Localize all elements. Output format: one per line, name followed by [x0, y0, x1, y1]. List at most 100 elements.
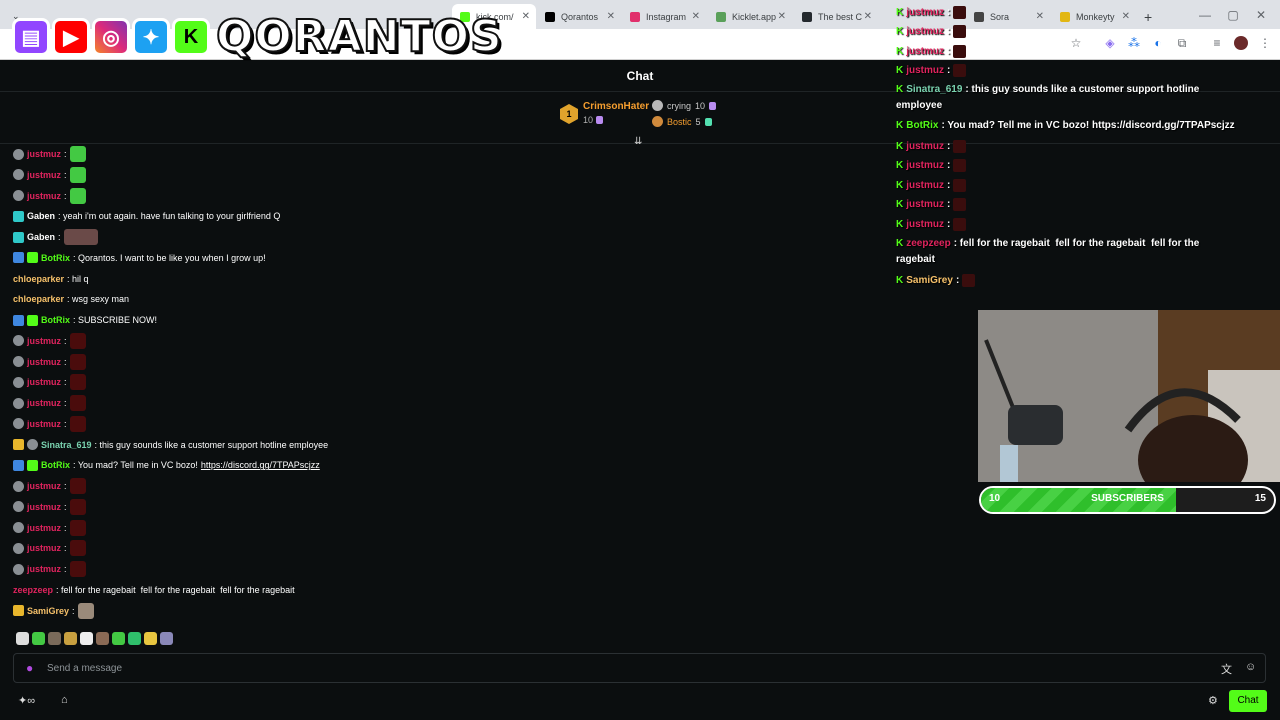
points-icon[interactable]: ✦∞	[18, 694, 35, 707]
bookmark-star-icon[interactable]: ☆	[1069, 36, 1083, 50]
user-badge-icon	[13, 542, 24, 554]
chat-username[interactable]: Gaben	[27, 211, 55, 221]
chat-username[interactable]: justmuz	[27, 170, 61, 180]
chat-username[interactable]: justmuz	[27, 481, 61, 491]
microphone-icon[interactable]: ●	[26, 661, 33, 675]
leaderboard-entry-2[interactable]: crying 10	[652, 100, 717, 111]
close-tab-icon[interactable]: ✕	[692, 11, 700, 22]
overlay-chat-message: Kjustmuz:	[896, 64, 967, 77]
chat-username[interactable]: chloeparker	[13, 294, 64, 304]
top-gifter-name[interactable]: CrimsonHater	[583, 101, 649, 112]
emote-picker-icon[interactable]: ☺	[1245, 661, 1256, 673]
browser-tab[interactable]: Monkeyty ✕	[1052, 4, 1136, 29]
chat-username[interactable]: BotRix	[41, 460, 70, 470]
store-icon[interactable]: ⌂	[61, 694, 68, 706]
chat-message-input[interactable]	[47, 660, 1147, 676]
emote-7-icon[interactable]	[112, 632, 125, 645]
close-tab-icon[interactable]: ✕	[864, 11, 872, 22]
chat-username[interactable]: zeepzeep	[13, 585, 53, 595]
dark-face-emote	[953, 179, 967, 192]
leaderboard-name: crying	[667, 100, 692, 111]
emote-4-icon[interactable]	[64, 632, 77, 645]
emote-6-icon[interactable]	[96, 632, 109, 645]
send-chat-button[interactable]: Chat	[1229, 690, 1267, 712]
kick-icon: K	[896, 141, 904, 152]
streamer-overlay-logos: ▤ ▶ ◎ ✦ K QORANTOS	[12, 8, 503, 66]
chat-username[interactable]: SamiGrey	[27, 606, 69, 616]
profile-avatar-icon[interactable]	[1234, 36, 1248, 50]
emote-2-icon[interactable]	[32, 632, 45, 645]
chat-message-text: :	[64, 543, 67, 554]
extension-icon-2[interactable]: ◐	[1151, 36, 1165, 50]
chat-input-container: ● 文 ☺	[13, 653, 1266, 683]
chat-username[interactable]: justmuz	[27, 398, 61, 408]
new-tab-button[interactable]: +	[1136, 4, 1156, 29]
kick-icon: K	[896, 219, 904, 230]
emote-5-icon[interactable]	[80, 632, 93, 645]
user-badge-icon	[27, 459, 38, 471]
kick-icon: K	[896, 180, 904, 191]
emote-9-icon[interactable]	[144, 632, 157, 645]
emote-10-icon[interactable]	[160, 632, 173, 645]
webcam-scene	[978, 310, 1280, 482]
chat-message-link[interactable]: https://discord.gg/7TPAPscjzz	[201, 460, 320, 470]
close-tab-icon[interactable]: ✕	[522, 11, 530, 22]
chat-username[interactable]: Sinatra_619	[41, 440, 92, 450]
chat-message: Sinatra_619: this guy sounds like a cust…	[13, 437, 328, 453]
chat-username[interactable]: justmuz	[27, 149, 61, 159]
emote-1-icon[interactable]	[16, 632, 29, 645]
collapse-leaderboard-icon[interactable]: ⇊	[634, 136, 642, 147]
subscriber-label: SUBSCRIBERS	[1091, 493, 1164, 504]
overlay-chat-message: K SamiGrey:	[896, 274, 976, 287]
window-minimize-icon[interactable]: —	[1198, 8, 1212, 22]
github-icon	[802, 11, 812, 22]
leaderboard-entry-3[interactable]: Bostic 5	[652, 116, 712, 127]
close-tab-icon[interactable]: ✕	[1122, 11, 1130, 22]
window-maximize-icon[interactable]: ▢	[1226, 8, 1240, 22]
dark-face-emote	[953, 25, 967, 38]
extensions-puzzle-icon[interactable]: ⧉	[1175, 36, 1189, 50]
chat-username[interactable]: chloeparker	[13, 274, 64, 284]
browser-tab[interactable]: Kicklet.app ✕	[708, 4, 792, 29]
chat-username[interactable]: Gaben	[27, 232, 55, 242]
chat-username[interactable]: justmuz	[27, 357, 61, 367]
dark-face-emote	[69, 540, 86, 557]
window-close-icon[interactable]: ✕	[1254, 8, 1268, 22]
chat-username[interactable]: justmuz	[27, 377, 61, 387]
emote-3-icon[interactable]	[48, 632, 61, 645]
dark-face-emote	[953, 159, 967, 172]
chat-username[interactable]: justmuz	[27, 523, 61, 533]
close-tab-icon[interactable]: ✕	[778, 11, 786, 22]
chat-username[interactable]: BotRix	[41, 315, 70, 325]
user-badge-icon	[27, 314, 38, 326]
chat-username[interactable]: justmuz	[27, 419, 61, 429]
overlay-chat-message: Kjustmuz:	[896, 6, 967, 19]
user-badge-icon	[13, 418, 24, 430]
chat-message-text: : You mad? Tell me in VC bozo!	[73, 460, 198, 471]
close-tab-icon[interactable]: ✕	[1036, 11, 1044, 22]
emote-8-icon[interactable]	[128, 632, 141, 645]
chat-username[interactable]: justmuz	[27, 502, 61, 512]
chat-message: BotRix: Qorantos. I want to be like you …	[13, 250, 266, 266]
chat-username[interactable]: justmuz	[27, 564, 61, 574]
browser-tab[interactable]: The best C ✕	[794, 4, 878, 29]
chat-settings-gear-icon[interactable]: ⚙	[1208, 694, 1218, 707]
overlay-chat-username: justmuz	[906, 7, 945, 18]
chat-username[interactable]: BotRix	[41, 253, 70, 263]
reading-list-icon[interactable]: ≡	[1210, 36, 1224, 50]
menu-kebab-icon[interactable]: ⋮	[1258, 36, 1272, 50]
chat-username[interactable]: justmuz	[27, 543, 61, 553]
browser-tab[interactable]: Sora ✕	[966, 4, 1050, 29]
browser-tab-title: Sora	[990, 11, 1010, 22]
close-tab-icon[interactable]: ✕	[607, 11, 615, 22]
chat-username[interactable]: justmuz	[27, 191, 61, 201]
chat-username[interactable]: justmuz	[27, 336, 61, 346]
translate-icon[interactable]: 文	[1221, 661, 1232, 677]
overlay-chat-text: :	[947, 46, 951, 57]
translate-icon[interactable]: ⁂	[1127, 36, 1141, 50]
extension-icon-1[interactable]: ◈	[1103, 36, 1117, 50]
subscriber-goal-bar: 10 SUBSCRIBERS 15	[979, 486, 1276, 514]
chat-message: justmuz:	[13, 166, 86, 183]
browser-tab[interactable]: Qorantos ✕	[537, 4, 621, 29]
browser-tab[interactable]: Instagram ✕	[622, 4, 706, 29]
